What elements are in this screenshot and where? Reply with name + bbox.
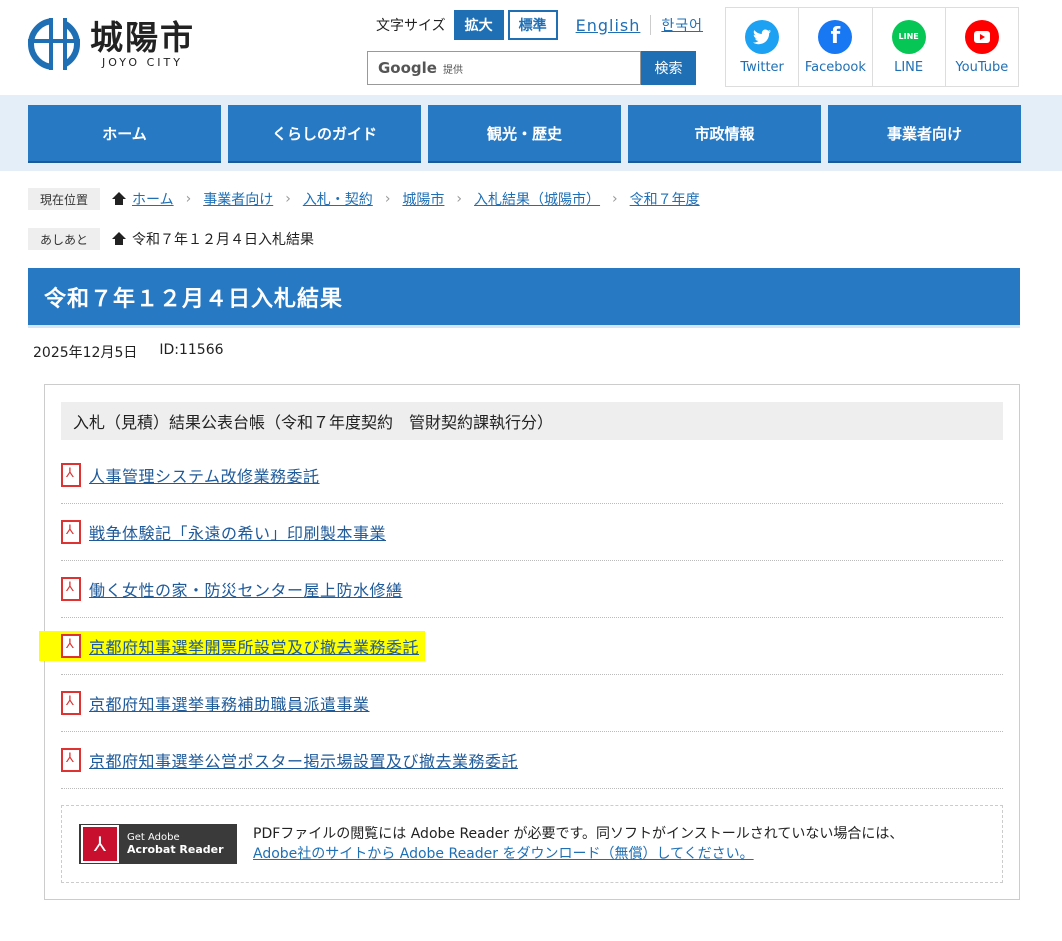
- line-icon: LINE: [891, 19, 926, 54]
- document-link-text[interactable]: 京都府知事選挙事務補助職員派遣事業: [89, 691, 370, 715]
- breadcrumb-results[interactable]: 入札結果（城陽市）: [474, 189, 600, 209]
- breadcrumb-bidding[interactable]: 入札・契約: [303, 189, 373, 209]
- text-size-label: 文字サイズ: [376, 18, 446, 34]
- lang-korean-link[interactable]: 한국어: [661, 15, 703, 35]
- breadcrumb: 現在位置 ホーム › 事業者向け › 入札・契約 › 城陽市 › 入札結果（城陽…: [28, 188, 700, 210]
- logo-english: JOYO CITY: [102, 55, 183, 69]
- google-logo: Google: [378, 59, 437, 77]
- list-item: 京都府知事選挙開票所設営及び撤去業務委託: [39, 618, 1003, 675]
- document-link-text[interactable]: 人事管理システム改修業務委託: [89, 463, 320, 487]
- text-size-normal-button[interactable]: 標準: [507, 10, 558, 40]
- twitter-label: Twitter: [740, 59, 784, 75]
- text-size-large-button[interactable]: 拡大: [453, 10, 504, 40]
- content-box: 入札（見積）結果公表台帳（令和７年度契約 管財契約課執行分） 人事管理システム改…: [39, 384, 1020, 900]
- site-search: Google 提供 検索: [367, 51, 696, 85]
- document-link[interactable]: 戦争体験記「永遠の希い」印刷製本事業: [61, 517, 392, 547]
- nav-tourism-history[interactable]: 観光・歴史: [428, 105, 621, 161]
- breadcrumb-tag: 現在位置: [28, 188, 100, 210]
- badge-line2: Acrobat Reader: [127, 842, 224, 856]
- pdf-icon: [61, 463, 81, 487]
- pdf-icon: [61, 520, 81, 544]
- chevron-right-icon: ›: [285, 191, 291, 207]
- global-nav: ホーム くらしのガイド 観光・歴史 市政情報 事業者向け: [28, 105, 1021, 161]
- nav-home[interactable]: ホーム: [28, 105, 221, 161]
- pdf-icon: [61, 634, 81, 658]
- section-heading: 入札（見積）結果公表台帳（令和７年度契約 管財契約課執行分）: [61, 402, 1003, 440]
- sns-facebook-link[interactable]: f Facebook: [799, 8, 873, 86]
- adobe-notice-text: PDFファイルの閲覧には Adobe Reader が必要です。同ソフトがインス…: [253, 826, 904, 842]
- document-link-text[interactable]: 働く女性の家・防災センター屋上防水修繕: [89, 577, 403, 601]
- sns-twitter-link[interactable]: Twitter: [726, 8, 800, 86]
- document-link[interactable]: 働く女性の家・防災センター屋上防水修繕: [61, 574, 409, 604]
- document-link[interactable]: 人事管理システム改修業務委託: [61, 460, 326, 490]
- twitter-icon: [745, 19, 780, 54]
- home-icon: [112, 232, 126, 246]
- pdf-icon: [61, 691, 81, 715]
- document-link[interactable]: 京都府知事選挙公営ポスター掲示場設置及び撤去業務委託: [61, 745, 524, 775]
- pdf-icon: [61, 577, 81, 601]
- list-item: 京都府知事選挙事務補助職員派遣事業: [61, 675, 1003, 732]
- document-list: 人事管理システム改修業務委託 戦争体験記「永遠の希い」印刷製本事業 働く女性の家…: [39, 447, 1003, 789]
- facebook-label: Facebook: [804, 59, 866, 75]
- logo-japanese: 城陽市: [90, 17, 195, 57]
- list-item: 働く女性の家・防災センター屋上防水修繕: [61, 561, 1003, 618]
- acrobat-icon: ⅄: [81, 825, 119, 863]
- document-link-highlighted[interactable]: 京都府知事選挙開票所設営及び撤去業務委託: [39, 631, 426, 661]
- footprint-tag: あしあと: [28, 228, 100, 250]
- youtube-label: YouTube: [955, 59, 1009, 75]
- adobe-reader-notice: ⅄ Get Adobe Acrobat Reader PDFファイルの閲覧には …: [61, 805, 1003, 883]
- breadcrumb-city[interactable]: 城陽市: [402, 189, 444, 209]
- breadcrumb-business[interactable]: 事業者向け: [203, 189, 273, 209]
- list-item: 人事管理システム改修業務委託: [61, 447, 1003, 504]
- nav-city-government[interactable]: 市政情報: [628, 105, 821, 161]
- city-emblem-icon: [28, 18, 80, 70]
- list-item: 戦争体験記「永遠の希い」印刷製本事業: [61, 504, 1003, 561]
- publish-date: 2025年12月5日: [33, 345, 138, 361]
- chevron-right-icon: ›: [456, 191, 463, 207]
- list-item: 京都府知事選挙公営ポスター掲示場設置及び撤去業務委託: [61, 732, 1003, 789]
- page-id: ID:11566: [159, 342, 224, 358]
- footprint: あしあと 令和７年１２月４日入札結果: [28, 228, 314, 250]
- header-tools: 文字サイズ 拡大 標準 English 한국어: [376, 10, 703, 40]
- page-title: 令和７年１２月４日入札結果: [28, 268, 1020, 328]
- lang-divider: [650, 15, 652, 35]
- pdf-icon: [61, 748, 81, 772]
- breadcrumb-home[interactable]: ホーム: [132, 189, 174, 209]
- page-meta: 2025年12月5日 ID:11566: [33, 342, 224, 362]
- document-link-text[interactable]: 京都府知事選挙開票所設営及び撤去業務委託: [89, 634, 419, 658]
- search-input[interactable]: Google 提供: [367, 51, 641, 85]
- google-provided-label: 提供: [442, 64, 463, 76]
- line-label: LINE: [894, 59, 924, 75]
- nav-business[interactable]: 事業者向け: [828, 105, 1021, 161]
- facebook-icon: f: [818, 19, 853, 54]
- document-link-text[interactable]: 戦争体験記「永遠の希い」印刷製本事業: [89, 520, 386, 544]
- site-logo[interactable]: 城陽市 JOYO CITY: [28, 18, 195, 70]
- chevron-right-icon: ›: [185, 191, 192, 207]
- document-link[interactable]: 京都府知事選挙事務補助職員派遣事業: [61, 688, 376, 718]
- chevron-right-icon: ›: [384, 191, 391, 207]
- lang-english-link[interactable]: English: [576, 16, 641, 35]
- breadcrumb-fiscal-year[interactable]: 令和７年度: [630, 189, 700, 209]
- youtube-icon: [964, 19, 999, 54]
- adobe-download-link[interactable]: Adobe社のサイトから Adobe Reader をダウンロード（無償）してく…: [253, 846, 754, 862]
- home-icon: [112, 192, 126, 206]
- chevron-right-icon: ›: [612, 191, 618, 207]
- document-link-text[interactable]: 京都府知事選挙公営ポスター掲示場設置及び撤去業務委託: [89, 748, 518, 772]
- sns-line-link[interactable]: LINE LINE: [873, 8, 946, 86]
- search-button[interactable]: 検索: [641, 51, 696, 85]
- get-adobe-reader-badge[interactable]: ⅄ Get Adobe Acrobat Reader: [79, 824, 237, 864]
- footprint-current: 令和７年１２月４日入札結果: [132, 232, 314, 248]
- sns-links: Twitter f Facebook LINE LINE YouTube: [725, 7, 1019, 87]
- nav-living-guide[interactable]: くらしのガイド: [228, 105, 421, 161]
- sns-youtube-link[interactable]: YouTube: [946, 8, 1018, 86]
